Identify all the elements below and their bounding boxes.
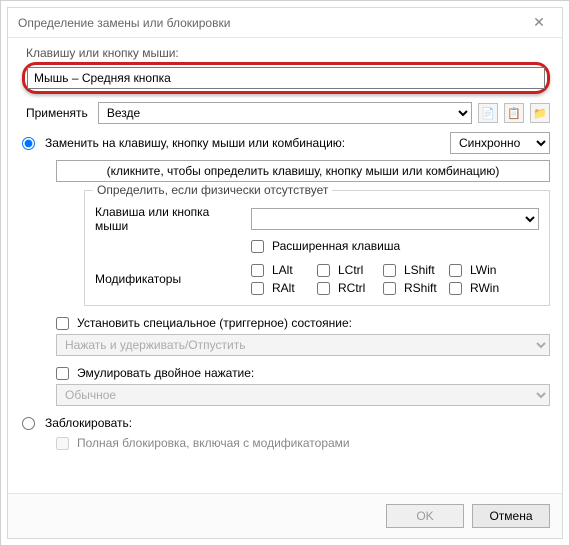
mod-rshift[interactable]: RShift (383, 281, 439, 295)
apply-select[interactable]: Везде (98, 102, 472, 124)
fieldset-legend: Определить, если физически отсутствует (93, 183, 332, 197)
full-block-row: Полная блокировка, включая с модификатор… (56, 436, 550, 450)
mods-label: Модификаторы (95, 272, 245, 286)
mod-lwin[interactable]: LWin (449, 263, 505, 277)
window-title: Определение замены или блокировки (18, 16, 230, 30)
cancel-button[interactable]: Отмена (472, 504, 550, 528)
double-label: Эмулировать двойное нажатие: (77, 366, 254, 380)
ext-key-row[interactable]: Расширенная клавиша (251, 239, 400, 253)
mod-rctrl[interactable]: RCtrl (317, 281, 373, 295)
sync-select[interactable]: Синхронно (450, 132, 550, 154)
define-fieldset: Определить, если физически отсутствует К… (84, 190, 550, 306)
fs-key-select[interactable] (251, 208, 539, 230)
combo-hint-input[interactable] (56, 160, 550, 182)
replace-radio[interactable] (22, 137, 35, 150)
full-block-label: Полная блокировка, включая с модификатор… (77, 436, 350, 450)
ext-key-checkbox[interactable] (251, 240, 264, 253)
new-icon[interactable]: 📄 (478, 103, 498, 123)
trigger-select: Нажать и удерживать/Отпустить (56, 334, 550, 356)
mod-lctrl[interactable]: LCtrl (317, 263, 373, 277)
footer: OK Отмена (8, 493, 562, 538)
block-radio[interactable] (22, 417, 35, 430)
double-select: Обычное (56, 384, 550, 406)
dialog-window: Определение замены или блокировки ✕ Клав… (7, 7, 563, 539)
trigger-label: Установить специальное (триггерное) сост… (77, 316, 352, 330)
mod-lalt[interactable]: LAlt (251, 263, 307, 277)
ok-button: OK (386, 504, 464, 528)
ext-key-label: Расширенная клавиша (272, 239, 400, 253)
mod-lshift[interactable]: LShift (383, 263, 439, 277)
replace-label: Заменить на клавишу, кнопку мыши или ком… (45, 136, 345, 150)
mod-rwin[interactable]: RWin (449, 281, 505, 295)
copy-icon[interactable]: 📋 (504, 103, 524, 123)
double-checkbox[interactable] (56, 367, 69, 380)
close-icon[interactable]: ✕ (524, 14, 554, 31)
full-block-checkbox (56, 437, 69, 450)
folder-icon[interactable]: 📁 (530, 103, 550, 123)
apply-label: Применять (26, 106, 88, 120)
titlebar: Определение замены или блокировки ✕ (8, 8, 562, 38)
fs-key-label: Клавиша или кнопка мыши (95, 205, 245, 233)
double-row[interactable]: Эмулировать двойное нажатие: (56, 366, 550, 380)
block-label: Заблокировать: (45, 416, 132, 430)
key-label: Клавишу или кнопку мыши: (26, 46, 550, 60)
mod-ralt[interactable]: RAlt (251, 281, 307, 295)
key-field-highlight (22, 62, 550, 94)
trigger-checkbox[interactable] (56, 317, 69, 330)
key-input[interactable] (27, 67, 545, 89)
trigger-row[interactable]: Установить специальное (триггерное) сост… (56, 316, 550, 330)
